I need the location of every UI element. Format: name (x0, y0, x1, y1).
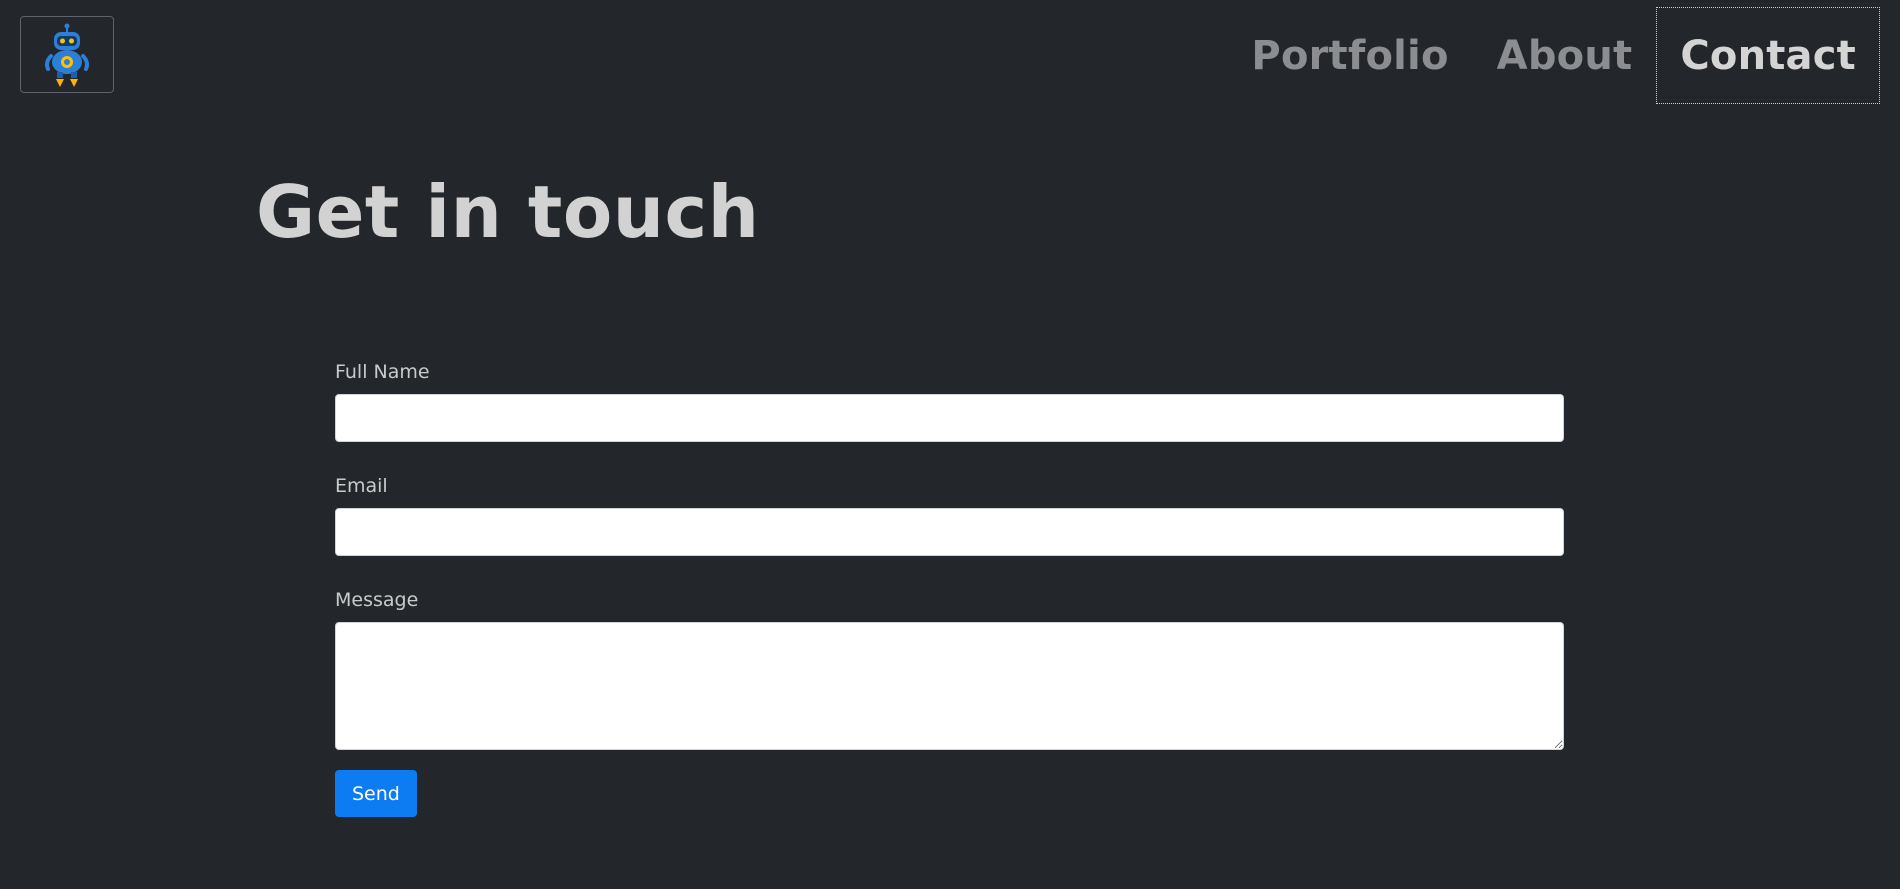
full-name-label: Full Name (335, 361, 430, 383)
email-label: Email (335, 475, 388, 497)
message-label: Message (335, 589, 419, 611)
email-input[interactable] (335, 508, 1564, 556)
contact-form: Full Name Email Message Send (335, 360, 1564, 817)
nav-link-portfolio[interactable]: Portfolio (1227, 7, 1472, 104)
navbar: Portfolio About Contact (0, 0, 1900, 120)
page-title: Get in touch (256, 170, 760, 254)
main-nav: Portfolio About Contact (1227, 7, 1880, 104)
robot-icon (41, 22, 93, 88)
message-textarea[interactable] (335, 622, 1564, 750)
send-button[interactable]: Send (335, 770, 417, 817)
home-logo-link[interactable] (20, 16, 114, 93)
nav-link-about[interactable]: About (1473, 7, 1657, 104)
full-name-input[interactable] (335, 394, 1564, 442)
nav-link-contact[interactable]: Contact (1656, 7, 1880, 104)
